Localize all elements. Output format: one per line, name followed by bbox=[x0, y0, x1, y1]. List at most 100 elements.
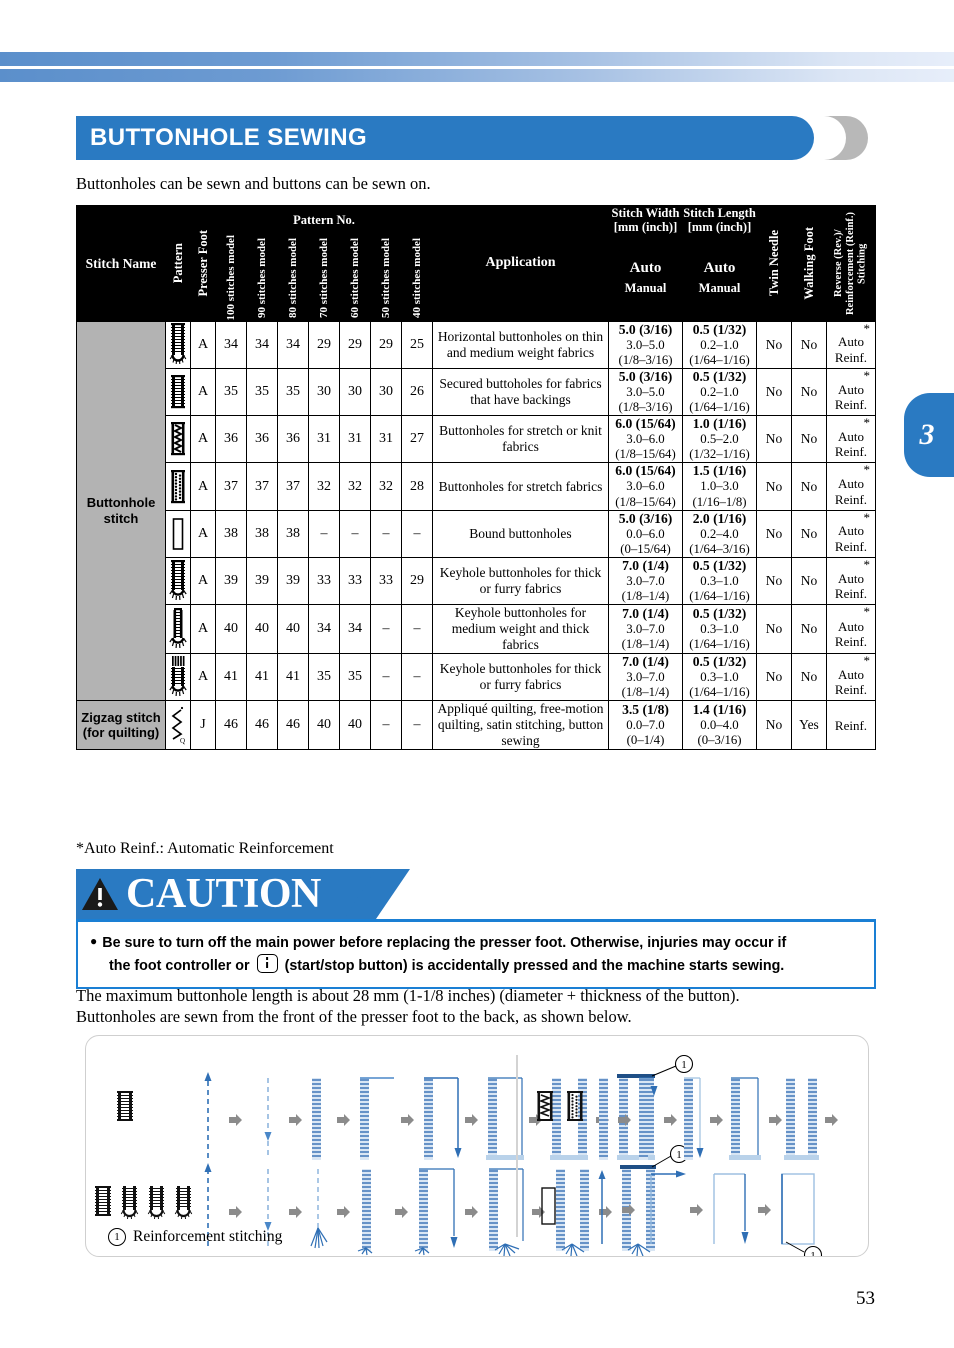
walking-foot-value: No bbox=[791, 652, 827, 702]
th-pattern-no: Pattern No. bbox=[215, 205, 433, 235]
table-body: Buttonhole stitch A 34 34 34 29 29 29 25… bbox=[76, 320, 876, 751]
bound-buttonhole-icon bbox=[165, 509, 191, 558]
reverse-value: * Auto Reinf. bbox=[826, 509, 876, 558]
stitch-length-value: 0.5 (1/32) 0.2–1.0 (1/64–1/16) bbox=[682, 320, 757, 369]
pattern-no-50: – bbox=[370, 652, 402, 702]
th-pattern: Pattern bbox=[165, 205, 191, 322]
callout-number-a: 1 bbox=[681, 1059, 687, 1071]
caution-text-1: Be sure to turn off the main power befor… bbox=[102, 935, 787, 951]
pattern-no-90: 39 bbox=[246, 556, 278, 606]
pattern-no-70: 29 bbox=[308, 320, 340, 369]
presser-foot-value: A bbox=[190, 604, 216, 654]
pattern-no-50: 29 bbox=[370, 320, 402, 369]
application-text: Bound buttonholes bbox=[432, 509, 609, 558]
stitch-width-value: 7.0 (1/4) 3.0–7.0 (1/8–1/4) bbox=[608, 556, 683, 606]
th-model-50: 50 stitches model bbox=[370, 234, 402, 322]
pattern-no-100: 34 bbox=[215, 320, 247, 369]
table-head: Stitch Name Pattern Presser Foot Pattern… bbox=[76, 205, 876, 322]
table-row: A 35 35 35 30 30 30 26 Secured buttohole… bbox=[77, 367, 876, 417]
figure-caption: 1 Reinforcement stitching bbox=[108, 1228, 282, 1246]
twin-needle-value: No bbox=[756, 604, 792, 654]
stitch-length-value: 0.5 (1/32) 0.3–1.0 (1/64–1/16) bbox=[682, 604, 757, 654]
page-top-decoration bbox=[0, 52, 954, 82]
pattern-no-80: 36 bbox=[277, 415, 309, 464]
th-model-90: 90 stitches model bbox=[246, 234, 278, 322]
table-header-row-1: Stitch Name Pattern Presser Foot Pattern… bbox=[76, 205, 876, 322]
pattern-no-70: 31 bbox=[308, 415, 340, 464]
pattern-no-70: 33 bbox=[308, 556, 340, 606]
application-text: Keyhole buttonholes for thick or furry f… bbox=[432, 652, 609, 702]
reverse-value: * Auto Reinf. bbox=[826, 367, 876, 417]
th-model-80: 80 stitches model bbox=[277, 234, 309, 322]
heading-chevron-icon bbox=[824, 116, 868, 160]
pattern-no-80: 41 bbox=[277, 652, 309, 702]
stitch-length-value: 0.5 (1/32) 0.2–1.0 (1/64–1/16) bbox=[682, 367, 757, 417]
th-stitch-name: Stitch Name bbox=[76, 205, 166, 322]
pattern-no-40: – bbox=[401, 700, 433, 751]
th-stitch-width: Stitch Width [mm (inch)] bbox=[608, 205, 683, 235]
th-model-70: 70 stitches model bbox=[308, 234, 340, 322]
max-length-line-2: Buttonholes are sewn from the front of t… bbox=[76, 1007, 632, 1027]
twin-needle-value: No bbox=[756, 415, 792, 464]
pattern-no-40: 26 bbox=[401, 367, 433, 417]
pattern-no-40: – bbox=[401, 652, 433, 702]
caution-banner: CAUTION bbox=[76, 869, 410, 919]
pattern-no-50: 33 bbox=[370, 556, 402, 606]
pattern-no-40: 28 bbox=[401, 462, 433, 511]
caution-line-2: the foot controller or (start/stop butto… bbox=[90, 954, 864, 977]
walking-foot-value: No bbox=[791, 604, 827, 654]
presser-foot-value: A bbox=[190, 415, 216, 464]
reverse-value: * Auto Reinf. bbox=[826, 462, 876, 511]
top-bar-1 bbox=[0, 52, 954, 66]
presser-foot-value: A bbox=[190, 652, 216, 702]
group-label-buttonhole: Buttonhole stitch bbox=[76, 320, 166, 702]
pattern-no-80: 34 bbox=[277, 320, 309, 369]
pattern-no-60: 40 bbox=[339, 700, 371, 751]
table-row: A 40 40 40 34 34 – – Keyhole buttonholes… bbox=[77, 604, 876, 654]
stitch-length-value: 0.5 (1/32) 0.3–1.0 (1/64–1/16) bbox=[682, 652, 757, 702]
table-row: A 37 37 37 32 32 32 28 Buttonholes for s… bbox=[77, 462, 876, 511]
chapter-tab: 3 bbox=[904, 393, 954, 477]
stitch-width-value: 5.0 (3/16) 0.0–6.0 (0–15/64) bbox=[608, 509, 683, 558]
reverse-value: * Auto Reinf. bbox=[826, 604, 876, 654]
pattern-no-100: 37 bbox=[215, 462, 247, 511]
reverse-value: * Auto Reinf. bbox=[826, 556, 876, 606]
keyhole-buttonhole-icon bbox=[165, 556, 191, 606]
pattern-no-50: 31 bbox=[370, 415, 402, 464]
stitch-width-value: 5.0 (3/16) 3.0–5.0 (1/8–3/16) bbox=[608, 367, 683, 417]
section-heading: BUTTONHOLE SEWING bbox=[76, 116, 876, 162]
reverse-value: * Auto Reinf. bbox=[826, 415, 876, 464]
pattern-no-40: 25 bbox=[401, 320, 433, 369]
callout-marker: 1 bbox=[108, 1228, 126, 1246]
twin-needle-value: No bbox=[756, 462, 792, 511]
pattern-no-70: 34 bbox=[308, 604, 340, 654]
th-model-40: 40 stitches model bbox=[401, 234, 433, 322]
pattern-no-60: 31 bbox=[339, 415, 371, 464]
application-text: Horizontal buttonholes on thin and mediu… bbox=[432, 320, 609, 369]
th-walking-foot: Walking Foot bbox=[791, 205, 827, 322]
stitch-width-value: 6.0 (15/64) 3.0–6.0 (1/8–15/64) bbox=[608, 462, 683, 511]
pattern-no-60: 33 bbox=[339, 556, 371, 606]
caution-message-box: ● Be sure to turn off the main power befo… bbox=[76, 919, 876, 990]
pattern-no-50: 32 bbox=[370, 462, 402, 511]
pattern-no-50: – bbox=[370, 509, 402, 558]
callout-number-d: 1 bbox=[810, 1250, 816, 1256]
keyhole-buttonhole-bartack-icon bbox=[165, 652, 191, 702]
th-model-60: 60 stitches model bbox=[339, 234, 371, 322]
pattern-no-70: 35 bbox=[308, 652, 340, 702]
twin-needle-value: No bbox=[756, 320, 792, 369]
caution-block: CAUTION ● Be sure to turn off the main po… bbox=[76, 869, 876, 990]
pattern-no-90: 41 bbox=[246, 652, 278, 702]
stitch-length-value: 0.5 (1/32) 0.3–1.0 (1/64–1/16) bbox=[682, 556, 757, 606]
buttonhole-round-end-icon bbox=[165, 320, 191, 369]
start-stop-button-icon bbox=[256, 954, 278, 974]
pattern-no-50: – bbox=[370, 604, 402, 654]
th-reverse-reinforcement: Reverse (Rev.)/ Reinforcement (Reinf.) S… bbox=[826, 205, 876, 322]
buttonhole-sequence-figure: 1 1 1 bbox=[85, 1035, 869, 1265]
pattern-no-80: 46 bbox=[277, 700, 309, 751]
presser-foot-value: A bbox=[190, 509, 216, 558]
bullet-icon: ● bbox=[90, 934, 98, 948]
pattern-no-80: 38 bbox=[277, 509, 309, 558]
max-length-line-1: The maximum buttonhole length is about 2… bbox=[76, 986, 740, 1005]
pattern-no-100: 46 bbox=[215, 700, 247, 751]
